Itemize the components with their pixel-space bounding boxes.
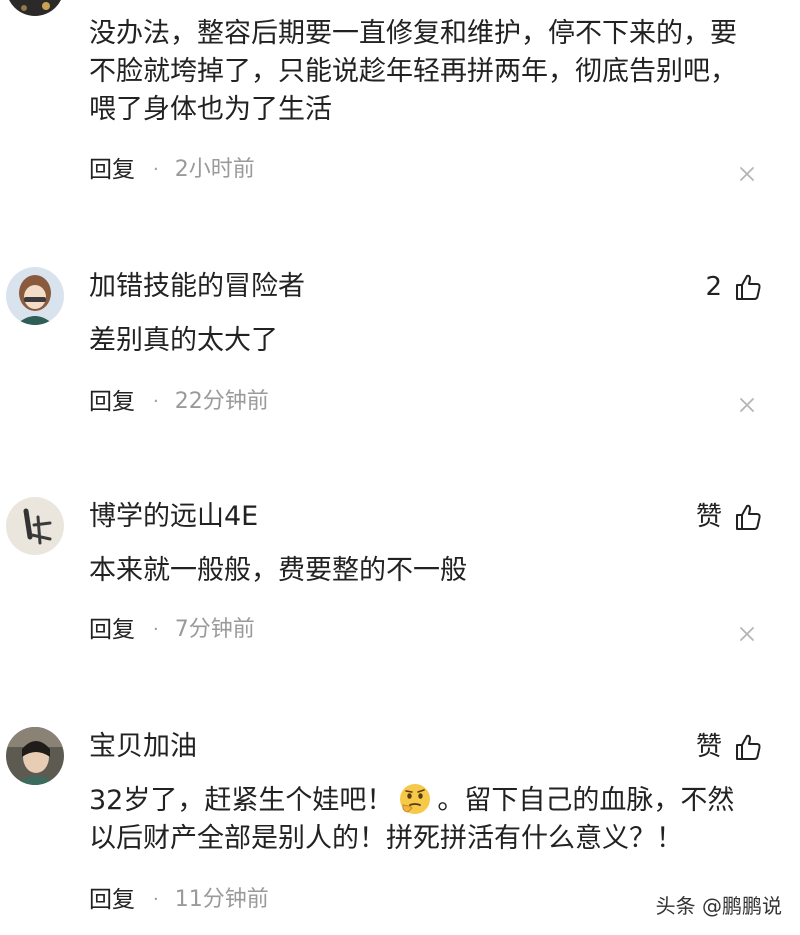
avatar[interactable] <box>6 727 64 785</box>
reply-button[interactable]: 回复 <box>89 387 135 417</box>
comment-time: 7分钟前 <box>174 617 255 642</box>
username[interactable]: 博学的远山4E <box>89 500 258 534</box>
comment-text-line: 以后财产全部是别人的！拼死拼活有什么意义？！ <box>89 823 683 854</box>
like-button[interactable]: 2 <box>705 270 762 304</box>
comment-meta: 回复 · 7分钟前 <box>89 615 255 645</box>
avatar[interactable] <box>6 497 64 555</box>
avatar[interactable] <box>6 267 64 325</box>
like-button[interactable]: 赞 <box>696 730 762 764</box>
comment-content: 32岁了，赶紧生个娃吧！ 。留下自己的血脉，不然 以后财产全部是别人的！拼死拼活有… <box>89 781 769 858</box>
comment-time: 2小时前 <box>174 157 255 182</box>
separator-dot: · <box>153 391 159 412</box>
like-count: 2 <box>705 272 722 302</box>
comment-meta: 回复 · 11分钟前 <box>89 885 269 915</box>
comment-time: 11分钟前 <box>174 887 269 912</box>
avatar[interactable] <box>6 0 64 16</box>
comment-content: 本来就一般般，费要整的不一般 <box>89 555 467 586</box>
thumbs-up-icon[interactable] <box>734 273 762 301</box>
separator-dot: · <box>153 889 159 910</box>
comment-text: 32岁了，赶紧生个娃吧！ <box>89 785 394 816</box>
close-icon[interactable] <box>738 165 756 183</box>
comment-text-line: 没办法，整容后期要一直修复和维护，停不下来的，要 <box>89 18 737 49</box>
thumbs-up-icon[interactable] <box>734 503 762 531</box>
thinking-face-emoji <box>397 781 433 817</box>
reply-button[interactable]: 回复 <box>89 615 135 645</box>
close-icon[interactable] <box>738 396 756 414</box>
username[interactable]: 加错技能的冒险者 <box>89 270 305 304</box>
comment-text: 。留下自己的血脉，不然 <box>437 785 735 816</box>
reply-button[interactable]: 回复 <box>89 155 135 185</box>
thumbs-up-icon[interactable] <box>734 733 762 761</box>
comment-content: 差别真的太大了 <box>89 325 278 356</box>
comment-text-line: 不脸就垮掉了，只能说趁年轻再拼两年，彻底告别吧， <box>89 56 737 87</box>
like-button[interactable]: 赞 <box>696 500 762 534</box>
comment-text-line: 喂了身体也为了生活 <box>89 94 332 125</box>
comment-time: 22分钟前 <box>174 389 269 414</box>
like-label: 赞 <box>695 502 722 532</box>
comment-content: 没办法，整容后期要一直修复和维护，停不下来的，要 不脸就垮掉了，只能说趁年轻再拼… <box>89 15 769 129</box>
like-label: 赞 <box>695 732 722 762</box>
close-icon[interactable] <box>738 625 756 643</box>
comment-meta: 回复 · 22分钟前 <box>89 387 269 417</box>
watermark: 头条 @鹏鹏说 <box>655 894 782 918</box>
comment-text-line: 32岁了，赶紧生个娃吧！ 。留下自己的血脉，不然 <box>89 781 769 820</box>
comment-meta: 回复 · 2小时前 <box>89 155 255 185</box>
separator-dot: · <box>153 159 159 180</box>
username[interactable]: 宝贝加油 <box>89 730 197 764</box>
reply-button[interactable]: 回复 <box>89 885 135 915</box>
separator-dot: · <box>153 619 159 640</box>
